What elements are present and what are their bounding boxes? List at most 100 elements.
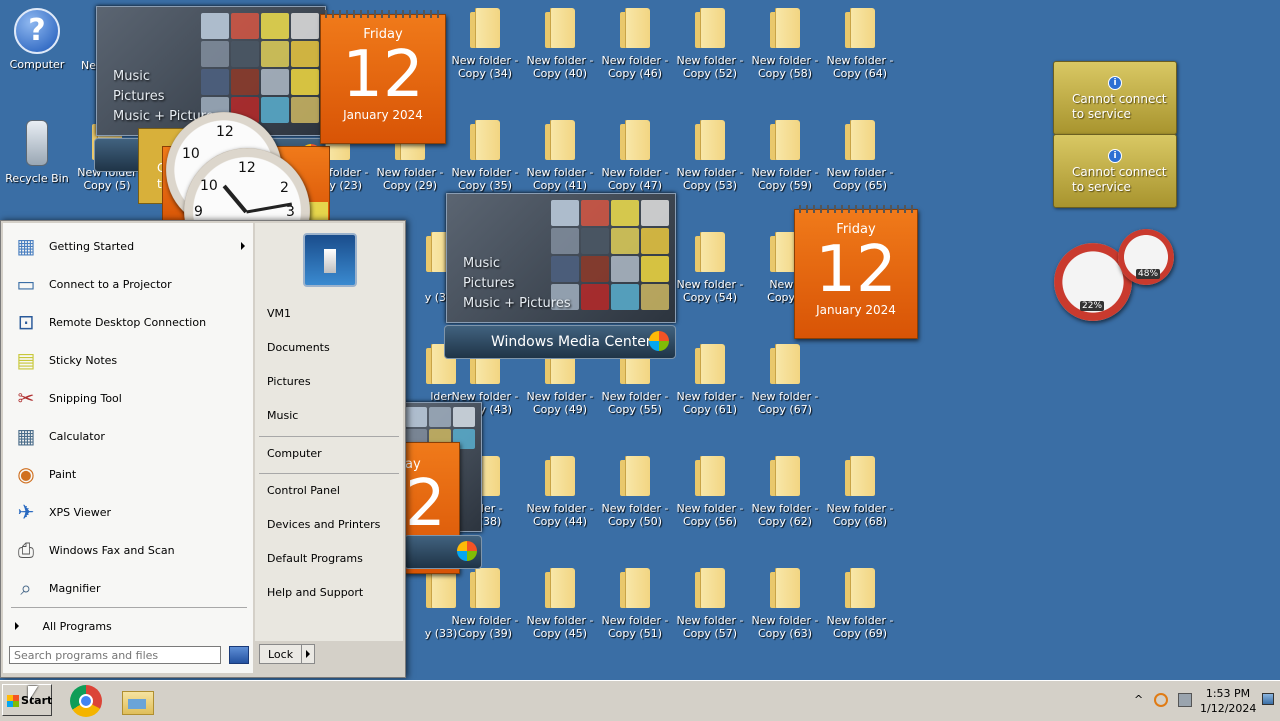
calendar-gadget-2[interactable]: Friday 12 January 2024: [794, 205, 918, 339]
media-center-bar-3[interactable]: [404, 535, 482, 569]
folder-icon-item[interactable]: New folder - Copy (44): [523, 456, 597, 528]
start-menu-link[interactable]: VM1: [267, 307, 291, 320]
folder-icon-item[interactable]: New folder - Copy (61): [673, 344, 747, 416]
media-center-bar-2[interactable]: Windows Media Center: [444, 325, 676, 359]
folder-icon-item[interactable]: New folder - Copy (63): [748, 568, 822, 640]
start-menu-item[interactable]: ▤ Sticky Notes: [11, 343, 251, 377]
calendar-day: 2: [405, 467, 446, 541]
folder-icon-item[interactable]: New folder - Copy (56): [673, 456, 747, 528]
start-menu-item[interactable]: ▦ Getting Started: [11, 229, 251, 263]
folder-icon: [695, 8, 725, 48]
folder-label: New folder - Copy (62): [751, 502, 819, 528]
arrow-right-icon: [15, 622, 19, 630]
folder-icon-item[interactable]: New folder - Copy (40): [523, 8, 597, 80]
folder-icon-item[interactable]: New folder - Copy (59): [748, 120, 822, 192]
all-programs-button[interactable]: All Programs: [9, 615, 249, 639]
clock-area[interactable]: 1:53 PM 1/12/2024: [1200, 686, 1256, 716]
folder-icon-item[interactable]: New folder - Copy (57): [673, 568, 747, 640]
folder-icon-item[interactable]: New folder - Copy (65): [823, 120, 897, 192]
explorer-icon[interactable]: [120, 685, 154, 715]
user-picture[interactable]: [303, 233, 357, 287]
folder-label: New folder - Copy (34): [451, 54, 519, 80]
taskbar: Start ^ 1:53 PM 1/12/2024: [0, 680, 1280, 721]
show-hidden-icons-icon[interactable]: ^: [1134, 693, 1143, 706]
lock-button[interactable]: Lock: [259, 644, 305, 664]
start-menu-item[interactable]: ⌕ Magnifier: [11, 571, 251, 605]
folder-icon-item[interactable]: New folder - Copy (64): [823, 8, 897, 80]
search-icon[interactable]: [229, 646, 249, 664]
action-center-icon[interactable]: [1154, 693, 1168, 707]
start-menu-item[interactable]: ⎙ Windows Fax and Scan: [11, 533, 251, 567]
start-menu-item[interactable]: ✈ XPS Viewer: [11, 495, 251, 529]
start-menu-link[interactable]: Documents: [267, 341, 330, 354]
paint-icon: ◉: [17, 462, 35, 486]
shutdown-options-button[interactable]: [301, 644, 315, 664]
start-menu-item[interactable]: ▦ Calculator: [11, 419, 251, 453]
media-thumbnail: [551, 228, 579, 254]
desktop-icon-recycle-bin[interactable]: Recycle Bin: [0, 120, 74, 185]
folder-label: New folder - Copy (59): [751, 166, 819, 192]
start-menu-link[interactable]: Music: [267, 409, 298, 422]
start-menu-link[interactable]: Computer: [267, 447, 322, 460]
notification-area: ^ 1:53 PM 1/12/2024: [1128, 684, 1278, 718]
folder-icon-item[interactable]: New folder - Copy (62): [748, 456, 822, 528]
folder-label: New folder - Copy (53): [676, 166, 744, 192]
folder-icon: [845, 568, 875, 608]
media-center-gadget-2[interactable]: Music Pictures Music + Pictures: [446, 193, 676, 323]
start-menu-link[interactable]: Default Programs: [267, 552, 363, 565]
folder-icon-item[interactable]: New folder - Copy (54): [673, 232, 747, 304]
xps-viewer-icon: ✈: [17, 500, 35, 524]
folder-icon-item[interactable]: New folder - Copy (58): [748, 8, 822, 80]
show-desktop-icon[interactable]: [1262, 693, 1274, 705]
desktop-icon-computer[interactable]: ? Computer: [0, 8, 74, 71]
mc-menu-pictures[interactable]: Pictures: [463, 274, 571, 294]
start-button[interactable]: Start: [2, 684, 52, 716]
media-thumbnail: [551, 200, 579, 226]
desktop-icon-label: Recycle Bin: [5, 172, 69, 185]
search-input[interactable]: [9, 646, 221, 664]
start-menu-link[interactable]: Devices and Printers: [267, 518, 380, 531]
start-menu-link[interactable]: Pictures: [267, 375, 311, 388]
folder-icon-item[interactable]: New folder - Copy (35): [448, 120, 522, 192]
media-thumbnail: [261, 41, 289, 67]
folder-icon-item[interactable]: New folder - Copy (45): [523, 568, 597, 640]
start-menu-item-label: Sticky Notes: [49, 353, 118, 367]
folder-label: New folder - Copy (54): [676, 278, 744, 304]
start-menu-item[interactable]: ◉ Paint: [11, 457, 251, 491]
mc-menu-music[interactable]: Music: [463, 254, 571, 274]
start-menu-item[interactable]: ▭ Connect to a Projector: [11, 267, 251, 301]
start-menu-link[interactable]: Help and Support: [267, 586, 363, 599]
media-thumbnail: [611, 200, 639, 226]
folder-icon-item[interactable]: New folder - Copy (39): [448, 568, 522, 640]
folder-icon-item[interactable]: New folder - Copy (68): [823, 456, 897, 528]
media-thumbnail: [201, 13, 229, 39]
folder-icon: [470, 8, 500, 48]
folder-icon-item[interactable]: New folder - Copy (52): [673, 8, 747, 80]
search-box[interactable]: [9, 646, 249, 666]
calendar-gadget-1[interactable]: Friday 12 January 2024: [320, 10, 446, 144]
folder-icon: [845, 120, 875, 160]
folder-icon-item[interactable]: New folder - Copy (34): [448, 8, 522, 80]
folder-icon-item[interactable]: New folder - Copy (46): [598, 8, 672, 80]
start-menu-item[interactable]: ⊡ Remote Desktop Connection: [11, 305, 251, 339]
folder-icon-item[interactable]: New folder - Copy (67): [748, 344, 822, 416]
feed-gadget-1[interactable]: i Cannot connect to service: [1053, 61, 1177, 135]
media-thumbnail: [581, 256, 609, 282]
mc-menu-music[interactable]: Music: [113, 67, 221, 87]
chrome-icon[interactable]: [70, 685, 102, 717]
folder-icon-item[interactable]: New folder - Copy (41): [523, 120, 597, 192]
start-menu-item[interactable]: ✂ Snipping Tool: [11, 381, 251, 415]
folder-icon-item[interactable]: New folder - Copy (53): [673, 120, 747, 192]
folder-icon-item[interactable]: New folder - Copy (50): [598, 456, 672, 528]
clock-numeral: 10: [200, 178, 218, 194]
folder-icon-item[interactable]: New folder - Copy (51): [598, 568, 672, 640]
folder-icon-item[interactable]: New folder - Copy (47): [598, 120, 672, 192]
mc-menu-pictures[interactable]: Pictures: [113, 87, 221, 107]
folder-icon-item[interactable]: New folder - Copy (69): [823, 568, 897, 640]
mc-menu-music-pictures[interactable]: Music + Pictures: [463, 294, 571, 314]
feed-gadget-2[interactable]: i Cannot connect to service: [1053, 134, 1177, 208]
network-icon[interactable]: [1178, 693, 1192, 707]
start-menu-link[interactable]: Control Panel: [267, 484, 340, 497]
folder-label: New folder - Copy (55): [601, 390, 669, 416]
memory-gauge[interactable]: 48%: [1118, 229, 1174, 285]
